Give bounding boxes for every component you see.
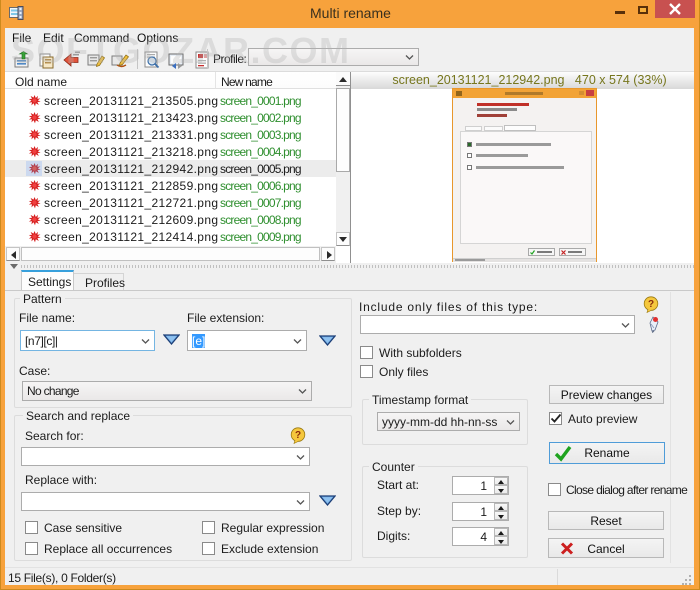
- svg-text:?: ?: [295, 430, 301, 441]
- svg-text:?: ?: [648, 299, 654, 310]
